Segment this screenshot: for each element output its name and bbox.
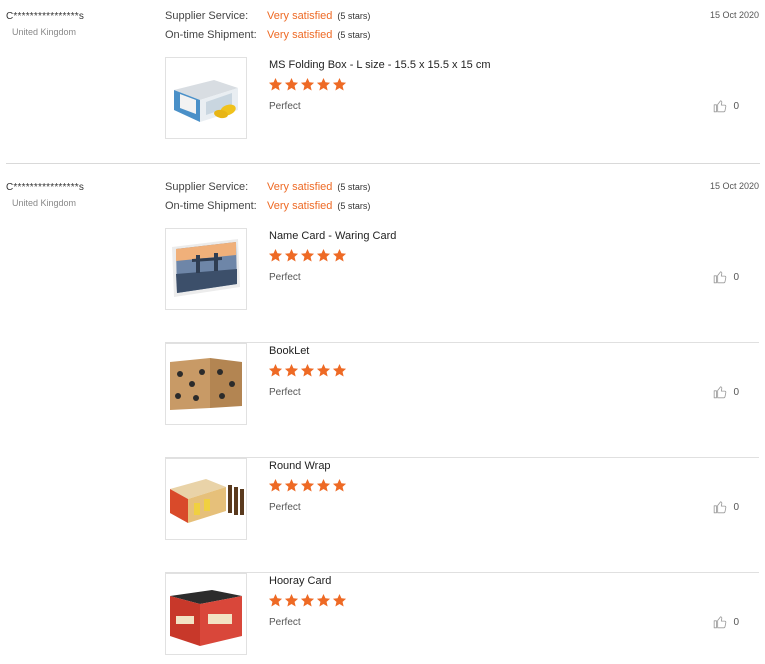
product-review: BookLet Perfect 0 bbox=[165, 343, 759, 458]
folding-box-image[interactable] bbox=[165, 57, 247, 139]
thumbs-up-icon bbox=[713, 500, 727, 514]
star-icon bbox=[268, 363, 283, 377]
buyer-country: United Kingdom bbox=[12, 198, 77, 208]
star-icon bbox=[300, 593, 315, 607]
shipment-label: On-time Shipment: bbox=[165, 200, 257, 212]
star-icon bbox=[332, 77, 347, 91]
product-feedback: Perfect bbox=[269, 502, 301, 513]
product-rating-stars bbox=[268, 77, 347, 93]
star-icon bbox=[284, 593, 299, 607]
star-icon bbox=[300, 77, 315, 91]
supplier-service-label: Supplier Service: bbox=[165, 181, 249, 193]
shipment-stars: (5 stars) bbox=[337, 30, 371, 40]
star-icon bbox=[316, 478, 331, 492]
like-button[interactable]: 0 bbox=[713, 385, 739, 399]
product-rating-stars bbox=[268, 478, 347, 494]
buyer-name: C****************s bbox=[6, 182, 85, 193]
like-button[interactable]: 0 bbox=[713, 615, 739, 629]
product-rating-stars bbox=[268, 593, 347, 609]
shipment-label: On-time Shipment: bbox=[165, 29, 257, 41]
shipment-value: Very satisfied bbox=[267, 200, 333, 212]
thumbs-up-icon bbox=[713, 615, 727, 629]
star-icon bbox=[284, 478, 299, 492]
product-rating-stars bbox=[268, 363, 347, 379]
product-review: Hooray Card Perfect 0 bbox=[165, 573, 759, 663]
review-divider bbox=[6, 163, 760, 164]
product-feedback: Perfect bbox=[269, 272, 301, 283]
star-icon bbox=[316, 77, 331, 91]
thumbs-up-icon bbox=[713, 385, 727, 399]
star-icon bbox=[332, 363, 347, 377]
star-icon bbox=[300, 248, 315, 262]
product-title: BookLet bbox=[269, 345, 310, 357]
round-wrap-image[interactable] bbox=[165, 458, 247, 540]
thumbs-up-icon bbox=[713, 270, 727, 284]
supplier-service-value: Very satisfied bbox=[267, 181, 333, 193]
shipment-stars: (5 stars) bbox=[337, 201, 371, 211]
product-feedback: Perfect bbox=[269, 101, 301, 112]
name-card-image[interactable] bbox=[165, 228, 247, 310]
shipment-rating: On-time Shipment: Very satisfied (5 stars) bbox=[165, 29, 370, 41]
product-title: Name Card - Waring Card bbox=[269, 230, 397, 242]
star-icon bbox=[268, 593, 283, 607]
star-icon bbox=[316, 248, 331, 262]
like-button[interactable]: 0 bbox=[713, 99, 739, 113]
star-icon bbox=[300, 363, 315, 377]
like-count: 0 bbox=[733, 271, 739, 283]
like-button[interactable]: 0 bbox=[713, 270, 739, 284]
star-icon bbox=[268, 478, 283, 492]
like-button[interactable]: 0 bbox=[713, 500, 739, 514]
supplier-service-stars: (5 stars) bbox=[337, 182, 371, 192]
shipment-rating: On-time Shipment: Very satisfied (5 stars) bbox=[165, 200, 370, 212]
product-title: Hooray Card bbox=[269, 575, 332, 587]
like-count: 0 bbox=[733, 100, 739, 112]
star-icon bbox=[268, 248, 283, 262]
product-review: Name Card - Waring Card Perfect 0 bbox=[165, 228, 759, 343]
supplier-service-stars: (5 stars) bbox=[337, 11, 371, 21]
like-count: 0 bbox=[733, 386, 739, 398]
product-feedback: Perfect bbox=[269, 617, 301, 628]
thumbs-up-icon bbox=[713, 99, 727, 113]
supplier-service-label: Supplier Service: bbox=[165, 10, 249, 22]
buyer-name: C****************s bbox=[6, 11, 85, 22]
product-review: Round Wrap Perfect 0 bbox=[165, 458, 759, 573]
star-icon bbox=[284, 77, 299, 91]
star-icon bbox=[284, 363, 299, 377]
supplier-service-rating: Supplier Service: Very satisfied (5 stars) bbox=[165, 10, 370, 22]
star-icon bbox=[268, 77, 283, 91]
supplier-service-rating: Supplier Service: Very satisfied (5 stars) bbox=[165, 181, 370, 193]
product-title: MS Folding Box - L size - 15.5 x 15.5 x … bbox=[269, 59, 491, 71]
like-count: 0 bbox=[733, 501, 739, 513]
product-feedback: Perfect bbox=[269, 387, 301, 398]
product-rating-stars bbox=[268, 248, 347, 264]
supplier-service-value: Very satisfied bbox=[267, 10, 333, 22]
star-icon bbox=[332, 478, 347, 492]
star-icon bbox=[332, 248, 347, 262]
star-icon bbox=[316, 363, 331, 377]
review-date: 15 Oct 2020 bbox=[709, 181, 759, 191]
star-icon bbox=[284, 248, 299, 262]
booklet-box-image[interactable] bbox=[165, 343, 247, 425]
buyer-country: United Kingdom bbox=[12, 27, 77, 37]
star-icon bbox=[316, 593, 331, 607]
like-count: 0 bbox=[733, 616, 739, 628]
product-review: MS Folding Box - L size - 15.5 x 15.5 x … bbox=[165, 57, 759, 139]
product-title: Round Wrap bbox=[269, 460, 331, 472]
shipment-value: Very satisfied bbox=[267, 29, 333, 41]
star-icon bbox=[332, 593, 347, 607]
hooray-card-image[interactable] bbox=[165, 573, 247, 655]
review-date: 15 Oct 2020 bbox=[709, 10, 759, 20]
star-icon bbox=[300, 478, 315, 492]
